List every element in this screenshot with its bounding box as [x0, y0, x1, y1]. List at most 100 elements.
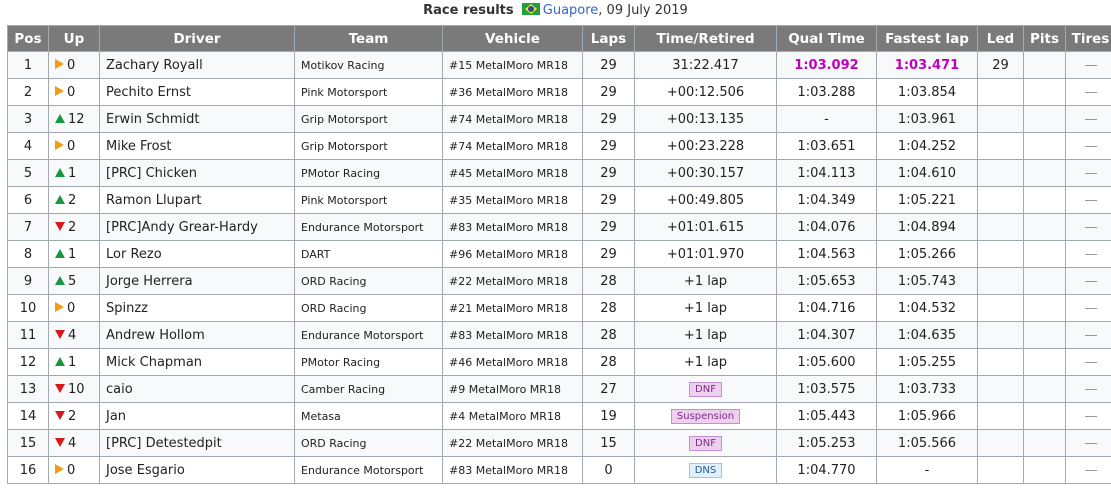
qual-time-cell: 1:04.307	[776, 321, 877, 349]
vehicle-cell: #83 MetalMoro MR18	[442, 213, 583, 241]
vehicle-cell: #83 MetalMoro MR18	[442, 456, 583, 484]
led-cell	[977, 429, 1024, 457]
up-cell: 1	[48, 240, 100, 268]
team-cell: Endurance Motorsport	[294, 213, 443, 241]
vehicle-cell: #15 MetalMoro MR18	[442, 51, 583, 79]
pits-cell	[1023, 78, 1066, 106]
driver-cell: Mick Chapman	[99, 348, 295, 376]
qual-time-cell: 1:05.653	[776, 267, 877, 295]
tires-cell	[1065, 456, 1111, 484]
pos-cell: 11	[7, 321, 49, 349]
pits-cell	[1023, 429, 1066, 457]
driver-cell: Andrew Hollom	[99, 321, 295, 349]
pits-cell	[1023, 159, 1066, 187]
led-cell	[977, 240, 1024, 268]
tires-dash-icon	[1084, 253, 1097, 255]
team-cell: Endurance Motorsport	[294, 456, 443, 484]
fastest-lap-cell: 1:03.961	[876, 105, 978, 133]
tires-cell	[1065, 429, 1111, 457]
led-cell	[977, 132, 1024, 160]
team-cell: PMotor Racing	[294, 159, 443, 187]
led-cell	[977, 375, 1024, 403]
tires-cell	[1065, 78, 1111, 106]
led-cell	[977, 321, 1024, 349]
col-header-qual: Qual Time	[776, 25, 877, 52]
tires-dash-icon	[1084, 226, 1097, 228]
time-cell: +00:13.135	[634, 105, 777, 133]
team-cell: ORD Racing	[294, 267, 443, 295]
table-row: 15 4 [PRC] Detestedpit ORD Racing #22 MetalM…	[7, 429, 1111, 457]
time-cell: DNF	[634, 429, 777, 457]
col-header-driver: Driver	[99, 25, 295, 52]
pos-cell: 9	[7, 267, 49, 295]
tires-cell	[1065, 267, 1111, 295]
col-header-fastest: Fastest lap	[876, 25, 978, 52]
position-change: 2	[68, 219, 77, 235]
tires-dash-icon	[1084, 388, 1097, 390]
time-cell: +01:01.615	[634, 213, 777, 241]
vehicle-cell: #36 MetalMoro MR18	[442, 78, 583, 106]
laps-cell: 29	[582, 240, 635, 268]
pits-cell	[1023, 267, 1066, 295]
arrow-down-icon	[55, 437, 65, 447]
team-cell: Camber Racing	[294, 375, 443, 403]
pos-cell: 10	[7, 294, 49, 322]
table-row: 9 5 Jorge Herrera ORD Racing #22 MetalMoro M…	[7, 267, 1111, 295]
table-row: 4 0 Mike Frost Grip Motorsport #74 MetalMoro…	[7, 132, 1111, 160]
up-cell: 2	[48, 186, 100, 214]
fastest-lap-cell: 1:05.966	[876, 402, 978, 430]
qual-time-cell: 1:04.563	[776, 240, 877, 268]
table-row: 6 2 Ramon Llupart Pink Motorsport #35 MetalM…	[7, 186, 1111, 214]
position-change: 5	[68, 273, 77, 289]
table-row: 14 2 Jan Metasa #4 MetalMoro MR18 19 Suspensio…	[7, 402, 1111, 430]
table-row: 11 4 Andrew Hollom Endurance Motorsport #83 …	[7, 321, 1111, 349]
vehicle-cell: #4 MetalMoro MR18	[442, 402, 583, 430]
tires-cell	[1065, 105, 1111, 133]
time-cell: +00:23.228	[634, 132, 777, 160]
position-change: 0	[67, 57, 76, 73]
up-cell: 1	[48, 159, 100, 187]
pits-cell	[1023, 294, 1066, 322]
vehicle-cell: #21 MetalMoro MR18	[442, 294, 583, 322]
led-cell	[977, 348, 1024, 376]
status-badge: DNF	[689, 382, 722, 397]
pits-cell	[1023, 186, 1066, 214]
up-cell: 0	[48, 294, 100, 322]
driver-cell: Ramon Llupart	[99, 186, 295, 214]
laps-cell: 29	[582, 132, 635, 160]
pos-cell: 5	[7, 159, 49, 187]
arrow-right-icon	[55, 139, 64, 150]
up-cell: 1	[48, 348, 100, 376]
track-link[interactable]: Guapore	[543, 3, 599, 18]
up-cell: 12	[48, 105, 100, 133]
tires-cell	[1065, 375, 1111, 403]
tires-cell	[1065, 132, 1111, 160]
fastest-lap-cell: 1:03.733	[876, 375, 978, 403]
arrow-up-icon	[55, 275, 65, 285]
pos-cell: 4	[7, 132, 49, 160]
tires-cell	[1065, 240, 1111, 268]
tires-dash-icon	[1084, 361, 1097, 363]
tires-dash-icon	[1084, 334, 1097, 336]
arrow-up-icon	[55, 113, 65, 123]
status-badge: DNF	[689, 436, 722, 451]
tires-dash-icon	[1084, 91, 1097, 93]
laps-cell: 27	[582, 375, 635, 403]
table-row: 12 1 Mick Chapman PMotor Racing #46 MetalMor…	[7, 348, 1111, 376]
vehicle-cell: #83 MetalMoro MR18	[442, 321, 583, 349]
time-cell: +00:30.157	[634, 159, 777, 187]
time-cell: DNS	[634, 456, 777, 484]
position-change: 12	[68, 111, 85, 127]
laps-cell: 29	[582, 213, 635, 241]
led-cell: 29	[977, 51, 1024, 79]
team-cell: Motikov Racing	[294, 51, 443, 79]
laps-cell: 29	[582, 186, 635, 214]
arrow-right-icon	[55, 85, 64, 96]
driver-cell: Pechito Ernst	[99, 78, 295, 106]
col-header-tires: Tires	[1065, 25, 1111, 52]
pos-cell: 16	[7, 456, 49, 484]
pos-cell: 1	[7, 51, 49, 79]
qual-time-cell: 1:03.092	[776, 51, 877, 79]
col-header-vehicle: Vehicle	[442, 25, 583, 52]
pits-cell	[1023, 132, 1066, 160]
